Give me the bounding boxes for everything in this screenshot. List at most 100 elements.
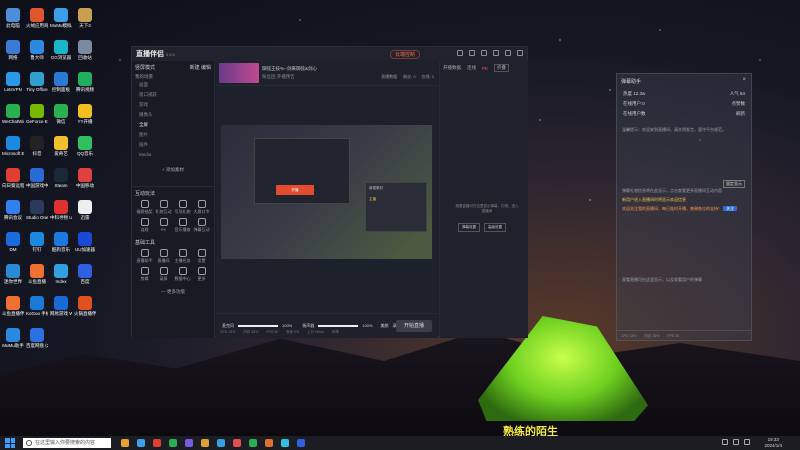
scene-item[interactable]: 图片	[135, 130, 211, 140]
danmaku-settings-button[interactable]: 弹幕设置	[458, 223, 480, 232]
tool-button[interactable]: 大屏口令	[192, 200, 211, 215]
tab-live-data[interactable]: 开播数据	[443, 65, 461, 71]
desktop-icon[interactable]: Microsoft Edge	[2, 136, 24, 156]
taskbar-app-icon[interactable]	[265, 439, 273, 447]
close-icon[interactable]: ×	[742, 77, 746, 83]
tool-button[interactable]: 数据中心	[173, 267, 192, 282]
desktop-icon[interactable]: 鲁大师	[26, 40, 48, 60]
scene-item[interactable]: 全屏	[135, 120, 211, 130]
desktop-icon[interactable]: 火锅直播伴侣	[74, 296, 96, 316]
tool-button[interactable]: 音乐播放	[173, 218, 192, 233]
network-icon[interactable]	[722, 439, 728, 445]
desktop-icon[interactable]: 迅雷	[74, 200, 96, 220]
desktop-icon[interactable]: Steam	[50, 168, 72, 188]
desktop-icon[interactable]: GeForce Experience	[26, 104, 48, 124]
follow-button[interactable]: 关注	[723, 206, 738, 211]
taskbar-app-icon[interactable]	[233, 439, 241, 447]
scene-item[interactable]: 窗口捕获	[135, 90, 211, 100]
desktop-icon[interactable]: 天下3	[74, 8, 96, 28]
desktop-icon[interactable]: 网易游戏 WeGame	[50, 296, 72, 316]
tool-button[interactable]: 剪辑	[135, 267, 154, 282]
input-method-icon[interactable]	[744, 439, 750, 445]
new-scene-button[interactable]: 新建	[190, 65, 200, 71]
tool-button[interactable]: 录屏	[154, 267, 173, 282]
tool-button[interactable]: 直播助手	[135, 249, 154, 264]
desktop-icon[interactable]: 斗鱼直播伴侣	[2, 296, 24, 316]
windows-start-icon[interactable]	[5, 438, 15, 448]
tab-pk[interactable]: PK	[482, 66, 488, 71]
add-material-button[interactable]: + 添加素材	[135, 167, 211, 173]
desktop-icon[interactable]: 回收站	[74, 40, 96, 60]
scene-item[interactable]: 画面	[135, 80, 211, 90]
desktop-icon[interactable]: UU加速器	[74, 232, 96, 252]
desktop-icon[interactable]: 爱奇艺	[50, 136, 72, 156]
fans-badge[interactable]: 粉丝团	[262, 74, 276, 79]
desktop-icon[interactable]: 微信	[50, 104, 72, 124]
taskbar-app-icon[interactable]	[169, 439, 177, 447]
desktop-icon[interactable]: Studio One 6	[26, 200, 48, 220]
taskbar-app-icon[interactable]	[121, 439, 129, 447]
tool-button[interactable]: 引导礼物	[173, 200, 192, 215]
desktop-icon[interactable]: Index	[50, 264, 72, 284]
fold-button[interactable]: 折叠	[494, 64, 510, 72]
desktop-icon[interactable]: 百度网盘 (2)	[26, 328, 48, 348]
desktop-icon[interactable]: KoGoo 手机助手	[26, 296, 48, 316]
menu-icon[interactable]	[481, 50, 487, 56]
taskbar-app-icon[interactable]	[249, 439, 257, 447]
desktop-icon[interactable]: MuMu助手	[2, 328, 24, 348]
scene-item[interactable]: 摄像头	[135, 110, 211, 120]
desktop-icon[interactable]: 抖音	[26, 136, 48, 156]
tool-button[interactable]: 更多	[192, 267, 211, 282]
desktop-icon[interactable]: Tiny Office	[26, 72, 48, 92]
desktop-icon[interactable]: 向日葵远程控制	[2, 168, 24, 188]
taskbar-app-icon[interactable]	[137, 439, 145, 447]
message-icon[interactable]	[457, 50, 463, 56]
desktop-icon[interactable]: LetsVPN	[2, 72, 24, 92]
live-preview[interactable]: 开播 新建素材 主播	[221, 125, 432, 259]
close-icon[interactable]	[517, 50, 523, 56]
room-title[interactable]: 御弦王技%--剑来御弦&剑心	[262, 66, 317, 72]
desktop-icon[interactable]: 酷狗音乐	[50, 232, 72, 252]
desktop-icon[interactable]: 中国游戏中心...	[26, 168, 48, 188]
desktop-icon[interactable]: GG浏览器	[50, 40, 72, 60]
taskbar-app-icon[interactable]	[153, 439, 161, 447]
tool-button[interactable]: 弹幕互动	[192, 218, 211, 233]
taskbar-app-icon[interactable]	[281, 439, 289, 447]
taskbar-app-icon[interactable]	[297, 439, 305, 447]
desktop-icon[interactable]: 斗鱼直播	[26, 264, 48, 284]
speaker-slider[interactable]	[318, 324, 359, 327]
desktop-icon[interactable]: 腾讯会议	[2, 200, 24, 220]
desktop-icon[interactable]: WeChatWin...	[2, 104, 24, 124]
live-data-link[interactable]: 直播数据	[381, 74, 397, 80]
desktop-icon[interactable]: MuMu模拟器12	[50, 8, 72, 28]
maximize-icon[interactable]	[505, 50, 511, 56]
desktop-icon[interactable]: 百度	[74, 264, 96, 284]
desktop-icon[interactable]: 控制面板	[50, 72, 72, 92]
volume-icon[interactable]	[733, 439, 739, 445]
tool-button[interactable]: 礼物互动	[154, 200, 173, 215]
desktop-icon[interactable]: 中国移动	[74, 168, 96, 188]
tool-button[interactable]: 直播间	[154, 249, 173, 264]
desktop-icon[interactable]: 网络	[2, 40, 24, 60]
scene-item[interactable]: 游戏	[135, 100, 211, 110]
taskbar-search[interactable]: 在这里输入你要搜索的内容	[23, 438, 111, 448]
taskbar-app-icon[interactable]	[217, 439, 225, 447]
cloud-control-button[interactable]: 云端控制	[390, 50, 421, 59]
tool-button[interactable]: 福袋抽奖	[135, 200, 154, 215]
room-cover[interactable]	[219, 63, 259, 83]
mic-slider[interactable]	[238, 324, 278, 327]
desktop-icon[interactable]: 迷你世界	[2, 264, 24, 284]
minimize-icon[interactable]	[493, 50, 499, 56]
advanced-settings-button[interactable]: 高级设置	[484, 223, 506, 232]
scene-item[interactable]: 插件	[135, 140, 211, 150]
edit-scene-button[interactable]: 编辑	[201, 65, 211, 71]
desktop-icon[interactable]: DM	[2, 232, 24, 252]
tool-button[interactable]: 设置	[192, 249, 211, 264]
taskbar-clock[interactable]: 19:33 2024/1/4	[764, 437, 782, 449]
settings-icon[interactable]	[469, 50, 475, 56]
preview-badge[interactable]: 开播预告	[277, 74, 295, 79]
taskbar-app-icon[interactable]	[201, 439, 209, 447]
taskbar-app-icon[interactable]	[185, 439, 193, 447]
more-functions-button[interactable]: — 更多功能	[132, 289, 214, 295]
tool-button[interactable]: 主播任务	[173, 249, 192, 264]
